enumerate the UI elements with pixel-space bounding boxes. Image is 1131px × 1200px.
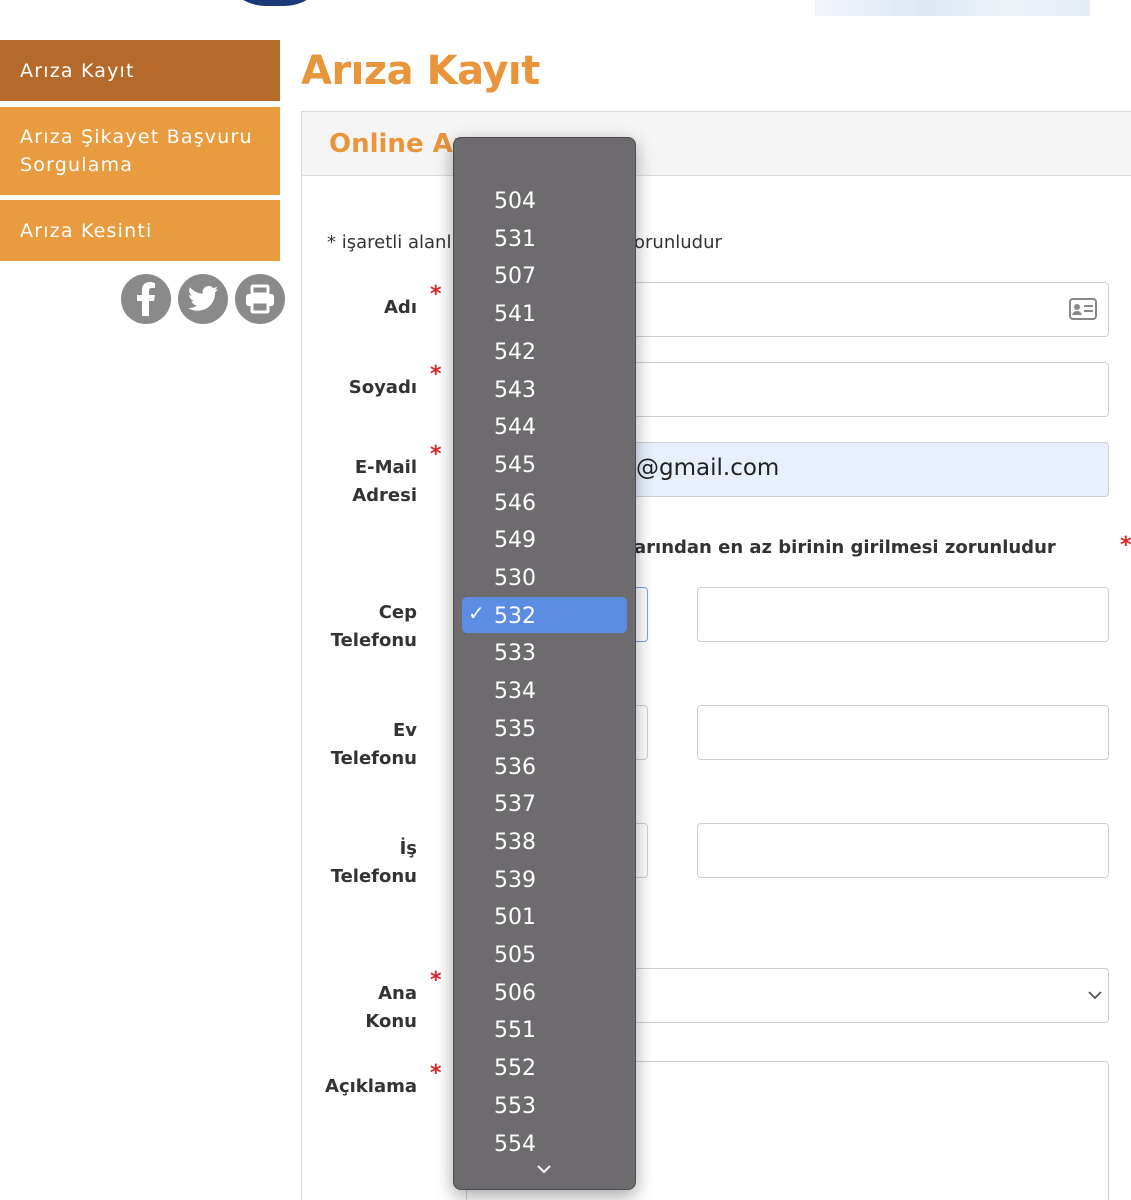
dropdown-option[interactable]: 532 [494,603,536,631]
required-mark: * [430,362,442,387]
sidebar-item-label: Arıza Şikayet Başvuru Sorgulama [20,126,253,176]
phone-required-note: arından en az birinin girilmesi zorunlud… [634,537,1056,558]
sidebar-item-sikayet-sorgulama[interactable]: Arıza Şikayet Başvuru Sorgulama [0,107,280,195]
email-label-line1: E-Mail [354,457,417,478]
facebook-icon[interactable] [121,274,171,324]
dropdown-option[interactable]: 539 [494,867,536,895]
dropdown-option[interactable]: 504 [494,188,536,216]
dropdown-option[interactable]: 538 [494,829,536,857]
topic-label-line1: Ana [378,983,417,1004]
name-label: Adı [384,297,417,318]
dropdown-option[interactable]: 545 [494,452,536,480]
twitter-icon[interactable] [178,274,228,324]
dropdown-option[interactable]: 535 [494,716,536,744]
dropdown-option[interactable]: 501 [494,904,536,932]
mobile-label-line2: Telefonu [330,630,417,651]
email-label: E-Mail Adresi [330,454,417,510]
dropdown-option[interactable]: 530 [494,565,536,593]
required-mark: * [430,442,442,467]
dropdown-option[interactable]: 533 [494,640,536,668]
dropdown-option[interactable]: 544 [494,414,536,442]
dropdown-option[interactable]: 534 [494,678,536,706]
form-panel: Online Ar [301,111,1131,1200]
checkmark-icon: ✓ [468,601,485,625]
work-phone-label: İş Telefonu [310,835,417,891]
required-mark: * [430,968,442,993]
dropdown-option[interactable]: 546 [494,490,536,518]
home-label-line2: Telefonu [330,748,417,769]
work-label-line1: İş [399,838,417,859]
dropdown-option[interactable]: 507 [494,263,536,291]
required-note: * işaretli alanl [327,232,452,253]
dropdown-option[interactable]: 543 [494,377,536,405]
dropdown-option[interactable]: 537 [494,791,536,819]
surname-label: Soyadı [348,377,417,398]
dropdown-option[interactable]: 553 [494,1093,536,1121]
scroll-down-icon[interactable] [536,1160,552,1179]
home-label-line1: Ev [392,720,417,741]
work-label-line2: Telefonu [330,866,417,887]
topic-label-line2: Konu [365,1011,417,1032]
prefix-dropdown-menu[interactable]: ✓ 504 531 507 541 542 543 544 545 546 549 530 532 53… [453,137,636,1190]
dropdown-option[interactable]: 505 [494,942,536,970]
dropdown-option[interactable]: 554 [494,1131,536,1159]
site-logo-fragment [220,0,330,6]
dropdown-option[interactable]: 541 [494,301,536,329]
dropdown-option[interactable]: 536 [494,754,536,782]
required-note-end: orunludur [634,232,722,253]
home-number-input[interactable] [697,705,1109,760]
mobile-label-line1: Cep [378,602,417,623]
print-icon[interactable] [235,274,285,324]
dropdown-option[interactable]: 552 [494,1055,536,1083]
dropdown-option[interactable]: 551 [494,1017,536,1045]
topic-label: Ana Konu [310,980,417,1036]
dropdown-option[interactable]: 549 [494,527,536,555]
description-label: Açıklama [325,1076,417,1097]
work-number-input[interactable] [697,823,1109,878]
dropdown-option[interactable]: 506 [494,980,536,1008]
mobile-number-input[interactable] [697,587,1109,642]
mobile-label: Cep Telefonu [310,599,417,655]
email-value: @gmail.com [636,455,780,481]
sidebar-item-ariza-kayit[interactable]: Arıza Kayıt [0,40,280,101]
page-title: Arıza Kayıt [301,48,540,94]
sidebar-item-ariza-kesinti[interactable]: Arıza Kesinti [0,200,280,261]
dropdown-option[interactable]: 542 [494,339,536,367]
dropdown-option[interactable]: 531 [494,226,536,254]
home-phone-label: Ev Telefonu [310,717,417,773]
header-banner-fragment [815,0,1090,16]
required-mark: * [430,1061,442,1086]
chevron-down-icon [1087,987,1103,1007]
contact-card-icon [1069,297,1097,325]
email-label-line2: Adresi [352,485,417,506]
required-mark: * [430,282,442,307]
panel-title: Online Ar [329,129,466,159]
selected-option-highlight [462,597,627,633]
panel-header: Online Ar [302,112,1131,176]
required-mark: * [1120,533,1131,558]
